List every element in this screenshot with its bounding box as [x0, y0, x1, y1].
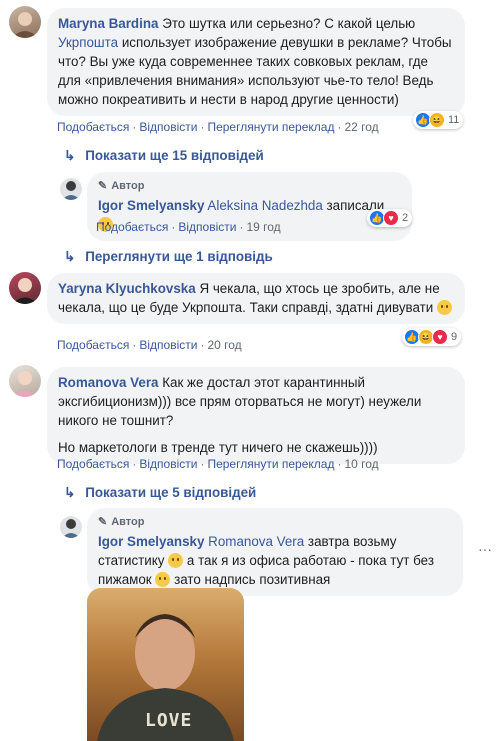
avatar-igor[interactable] [60, 516, 82, 538]
reply-arrow-icon: ↳ [64, 249, 76, 264]
reply-link[interactable]: Відповісти [139, 457, 197, 471]
reply-arrow-icon: ↳ [64, 148, 76, 163]
reply-bubble-igor: ✎ Автор Igor Smelyansky Romanova Vera зав… [87, 508, 463, 596]
smile-emoji-icon [168, 553, 184, 568]
like-link[interactable]: Подобається [96, 220, 168, 234]
smile-emoji-icon [436, 300, 452, 315]
timestamp[interactable]: 20 год [207, 338, 241, 352]
person-icon [62, 519, 80, 538]
reply-author[interactable]: Igor Smelyansky [98, 534, 204, 549]
avatar-romanova[interactable] [9, 365, 41, 397]
shirt-print: LOVE [145, 710, 193, 731]
haha-reaction-icon: 😆 [429, 112, 445, 128]
pen-icon: ✎ [98, 516, 108, 528]
comment-author[interactable]: Romanova Vera [58, 375, 158, 390]
author-badge: ✎ Автор [98, 177, 401, 196]
translate-link[interactable]: Переглянути переклад [207, 457, 334, 471]
comment-author[interactable]: Maryna Bardina [58, 16, 158, 31]
more-options-icon[interactable]: ··· [478, 541, 492, 557]
reactions-summary[interactable]: 👍 😆 11 [413, 111, 464, 129]
like-link[interactable]: Подобається [57, 120, 129, 134]
author-badge: ✎ Автор [98, 513, 452, 532]
show-more-replies-link[interactable]: ↳ Показати ще 15 відповідей [64, 148, 264, 164]
person-icon [62, 181, 80, 200]
reply-actions: Подобається · Відповісти · 19 год [96, 220, 281, 234]
comment-text: Это шутка или серьезно? С какой целью [158, 16, 416, 31]
love-reaction-icon: ♥ [432, 329, 448, 345]
like-link[interactable]: Подобається [57, 338, 129, 352]
pen-icon: ✎ [98, 180, 108, 192]
reply-arrow-icon: ↳ [64, 485, 76, 500]
comment-bubble-yaryna: Yaryna Klyuchkovska Я чекала, що хтось ц… [47, 273, 465, 324]
avatar-maryna[interactable] [9, 6, 41, 38]
show-more-replies-link[interactable]: ↳ Показати ще 5 відповідей [64, 485, 256, 501]
view-more-replies-link[interactable]: ↳ Переглянути ще 1 відповідь [64, 249, 273, 265]
smile-emoji-icon [155, 572, 171, 587]
reactions-summary[interactable]: 👍 ♥ 2 [367, 209, 413, 227]
mention-link[interactable]: Aleksina Nadezhda [207, 198, 322, 213]
comment-bubble-maryna: Maryna Bardina Это шутка или серьезно? С… [47, 8, 465, 116]
comment-text: Но маркетологи в тренде тут ничего не ск… [58, 440, 378, 455]
mention-link[interactable]: Укрпошта [58, 35, 118, 50]
timestamp[interactable]: 10 год [344, 457, 378, 471]
attached-photo[interactable]: LOVE [87, 588, 244, 741]
translate-link[interactable]: Переглянути переклад [207, 120, 334, 134]
reaction-count: 11 [448, 114, 460, 126]
timestamp[interactable]: 22 год [344, 120, 378, 134]
comment-author[interactable]: Yaryna Klyuchkovska [58, 281, 196, 296]
reply-author[interactable]: Igor Smelyansky [98, 198, 204, 213]
comment-actions: Подобається · Відповісти · Переглянути перек… [57, 120, 379, 134]
person-icon [12, 371, 38, 397]
reaction-count: 9 [451, 331, 458, 343]
avatar-igor[interactable] [60, 178, 82, 200]
comment-actions: Подобається · Відповісти · 20 год [57, 338, 242, 352]
love-reaction-icon: ♥ [383, 210, 399, 226]
reply-link[interactable]: Відповісти [139, 338, 197, 352]
reply-link[interactable]: Відповісти [178, 220, 236, 234]
comment-text: использует изображение девушки в рекламе… [58, 35, 452, 107]
comment-bubble-romanova: Romanova Vera Как же достал этот каранти… [47, 367, 465, 464]
person-icon [12, 278, 38, 304]
timestamp[interactable]: 19 год [246, 220, 280, 234]
mention-link[interactable]: Romanova Vera [208, 534, 304, 549]
reply-text: зато надпись позитивная [170, 572, 331, 587]
like-link[interactable]: Подобається [57, 457, 129, 471]
reply-link[interactable]: Відповісти [139, 120, 197, 134]
comment-actions: Подобається · Відповісти · Переглянути перек… [57, 457, 379, 471]
reaction-count: 2 [402, 212, 409, 224]
avatar-yaryna[interactable] [9, 272, 41, 304]
person-icon [12, 12, 38, 38]
reactions-summary[interactable]: 👍 😆 ♥ 9 [402, 328, 462, 346]
